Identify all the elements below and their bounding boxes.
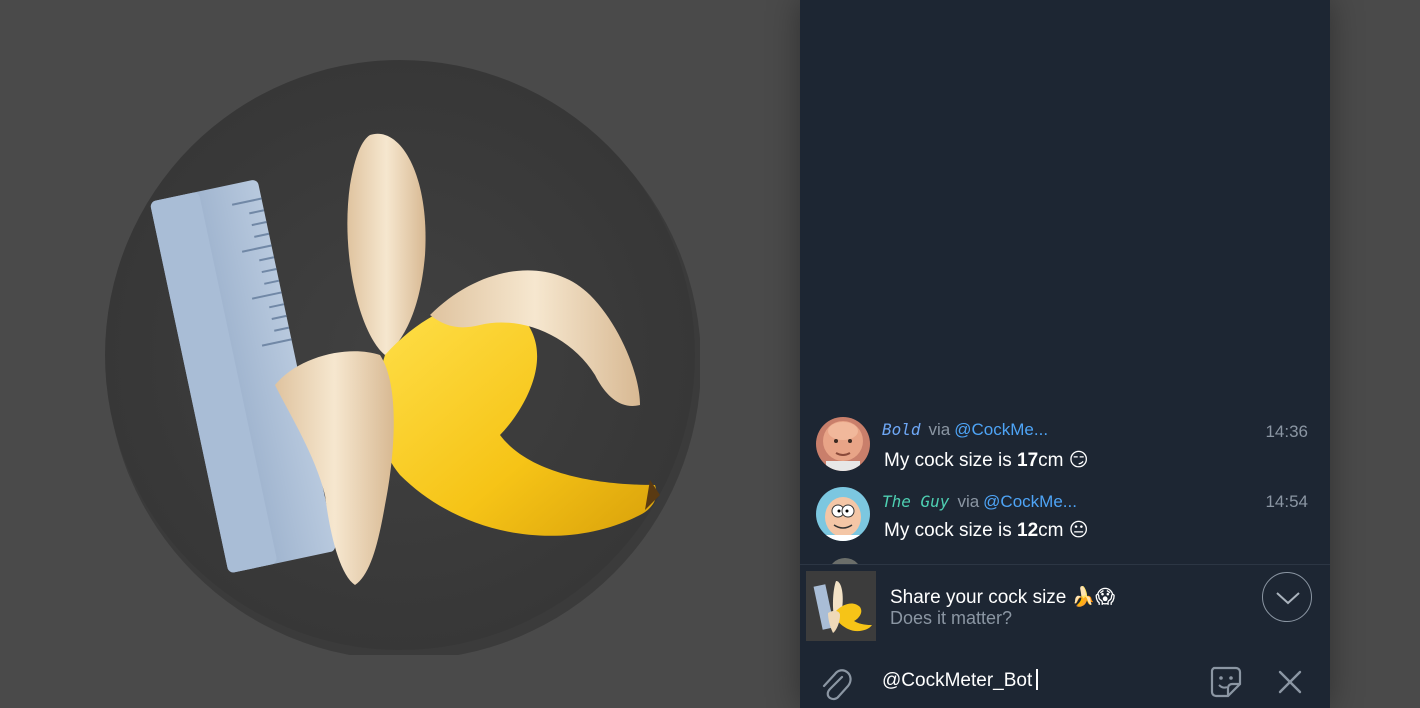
sender-name[interactable]: The Guy — [882, 492, 949, 511]
result-subtitle: Does it matter? — [890, 608, 1013, 628]
message-text-prefix: My cock size is — [884, 520, 1018, 541]
message-list: Bold via @CockMe... My cock size is 17cm 😏… — [800, 400, 1330, 565]
via-label: via — [928, 420, 951, 439]
sticker-icon — [1210, 666, 1242, 698]
message-item[interactable]: The Guy via @CockMe... My cock size is 12c… — [800, 484, 1330, 550]
banana-ruler-icon — [806, 571, 876, 641]
message-text: My cock size is 12cm 😐 — [884, 519, 1089, 542]
smirk-emoji: 😏 — [1068, 450, 1089, 471]
message-item[interactable]: Bold via @CockMe... My cock size is 17cm 😏… — [800, 414, 1330, 480]
cancel-inline-button[interactable] — [1277, 669, 1303, 695]
message-input-value: @CockMeter_Bot — [882, 670, 1033, 691]
via-label: via — [957, 492, 980, 511]
size-unit: cm — [1038, 520, 1064, 541]
result-title: Share your cock size 🍌😱 — [890, 587, 1116, 608]
sender-name[interactable]: Bold — [882, 420, 921, 439]
message-input[interactable]: @CockMeter_Bot — [882, 669, 1039, 692]
size-value: 12 — [1017, 520, 1039, 541]
chevron-down-icon — [1276, 592, 1300, 605]
via-bot-link[interactable]: @CockMe... — [983, 492, 1077, 511]
scroll-down-button[interactable] — [1262, 572, 1312, 622]
paperclip-icon — [822, 669, 852, 701]
message-composer: @CockMeter_Bot — [800, 649, 1330, 708]
chat-panel: Bold via @CockMe... My cock size is 17cm 😏… — [800, 0, 1330, 708]
neutral-face-emoji: 😐 — [1068, 520, 1089, 541]
attach-button[interactable] — [818, 665, 852, 701]
banana-ruler-logo — [105, 60, 700, 655]
text-caret — [1036, 669, 1039, 690]
message-text: My cock size is 17cm 😏 — [884, 449, 1089, 472]
message-time: 14:36 — [1265, 422, 1308, 441]
close-icon — [1278, 670, 1302, 694]
sticker-button[interactable] — [1208, 664, 1244, 700]
message-text-prefix: My cock size is — [884, 450, 1018, 471]
size-unit: cm — [1038, 450, 1064, 471]
via-bot-link[interactable]: @CockMe... — [954, 420, 1048, 439]
cartoon-man-avatar[interactable] — [816, 487, 870, 541]
message-time: 14:54 — [1265, 492, 1308, 511]
size-value: 17 — [1017, 450, 1039, 471]
bald-man-avatar[interactable] — [816, 417, 870, 471]
inline-result-item[interactable]: Share your cock size 🍌😱 Does it matter? — [800, 564, 1330, 650]
